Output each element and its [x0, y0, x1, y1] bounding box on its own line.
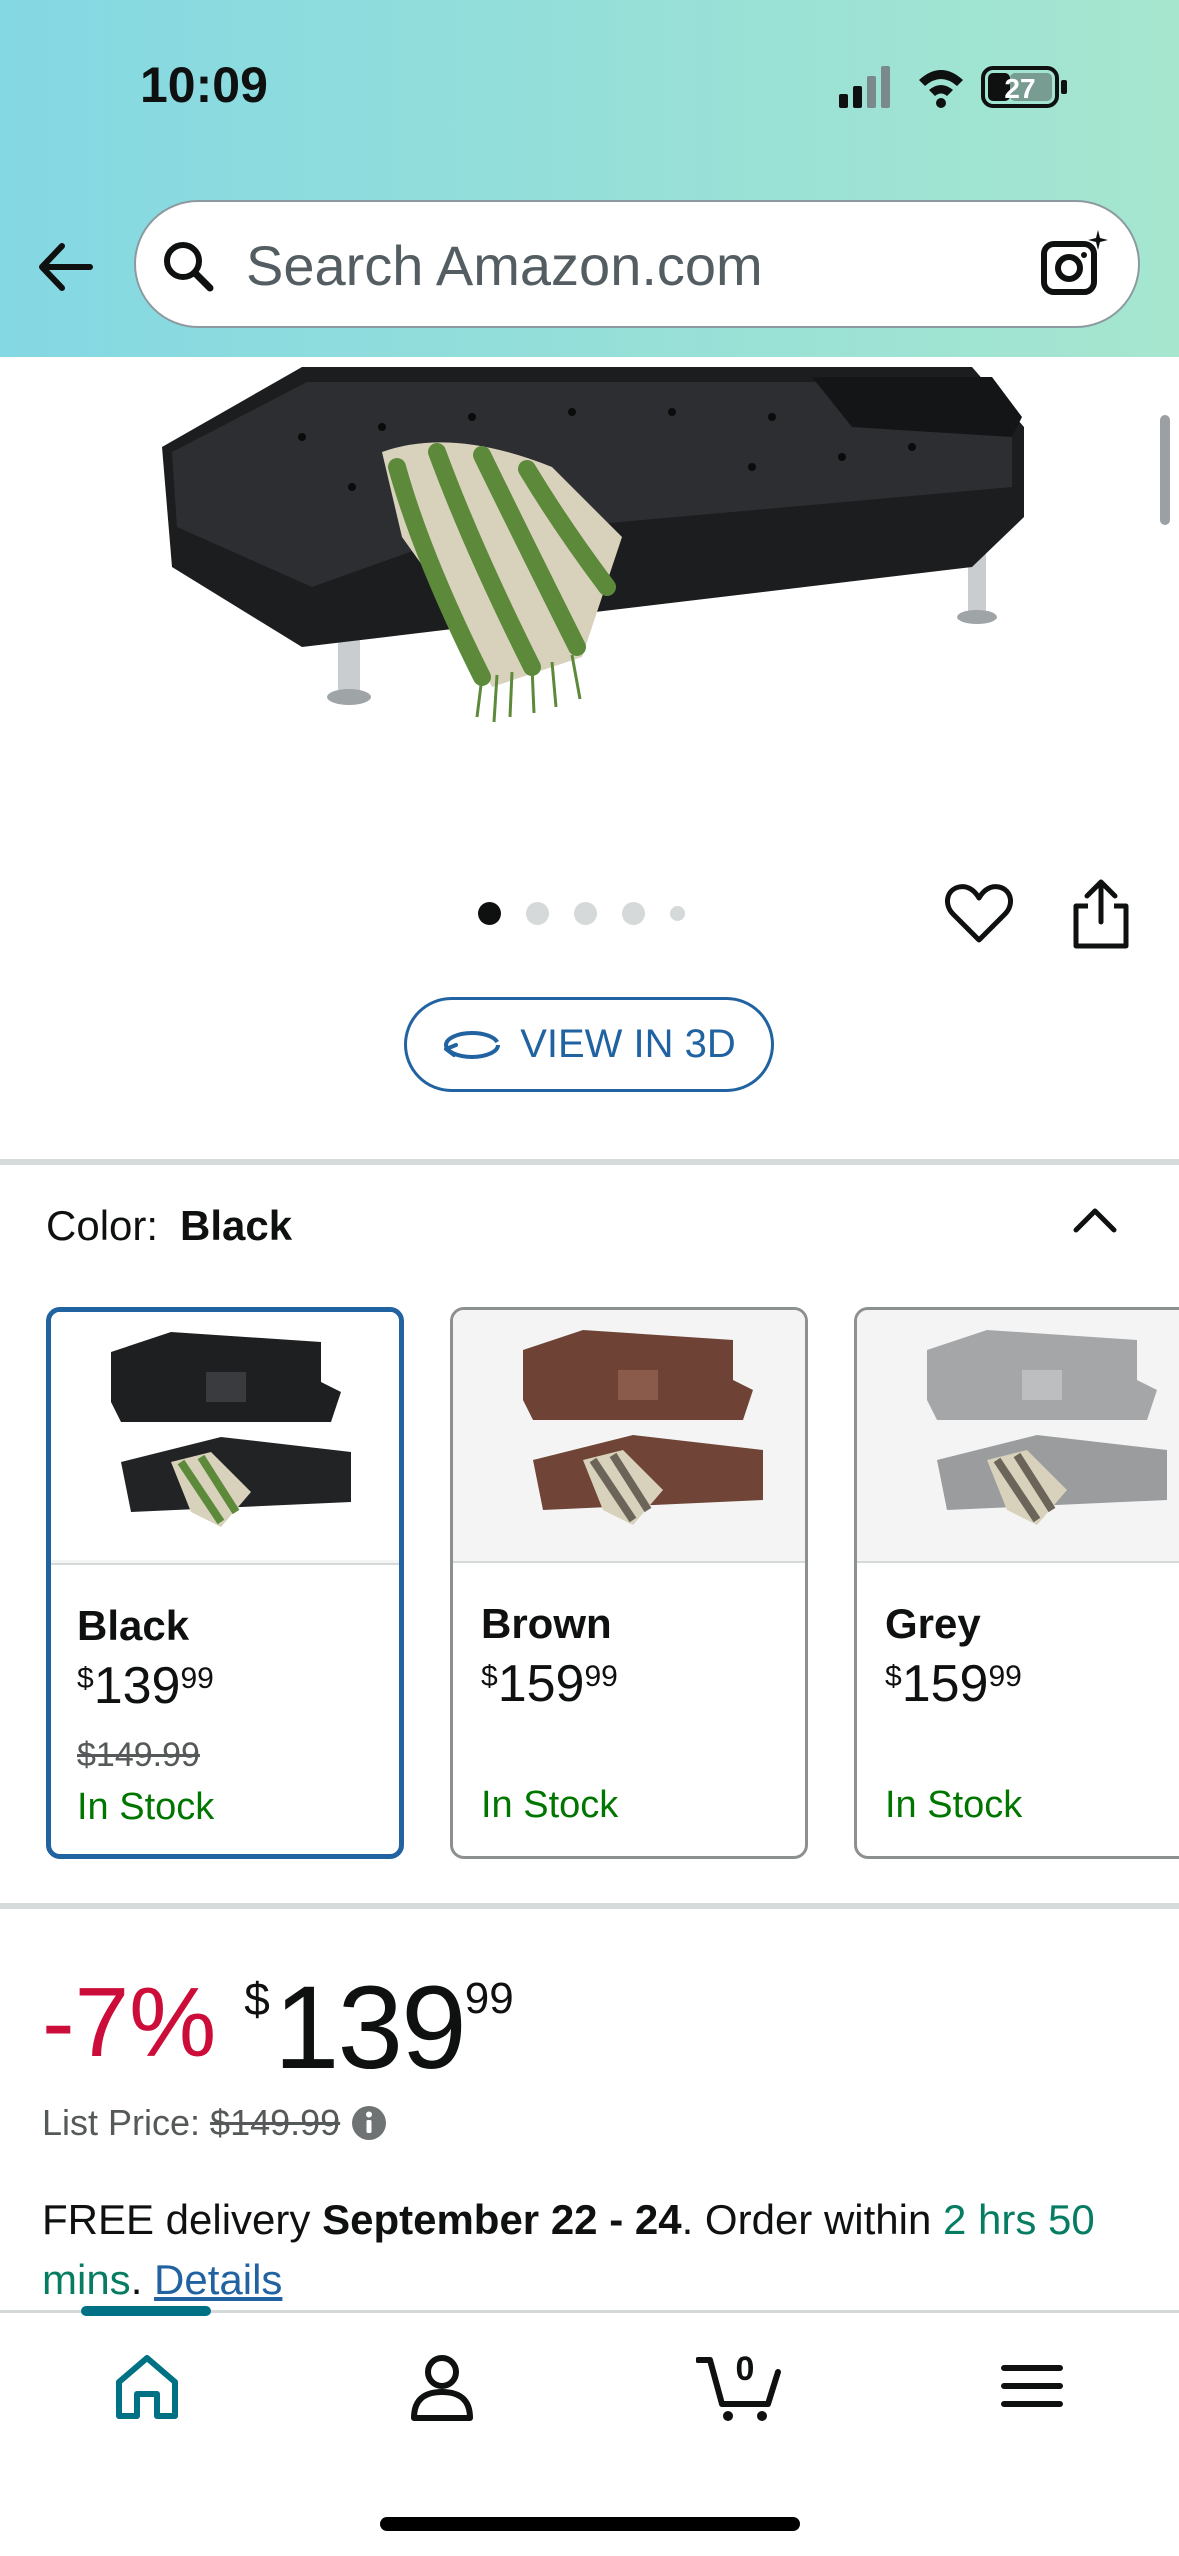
swatch-image	[857, 1310, 1179, 1563]
view-in-3d-button[interactable]: VIEW IN 3D	[404, 997, 774, 1092]
heart-icon[interactable]	[944, 880, 1014, 950]
swatch-name: Grey	[885, 1600, 981, 1647]
color-option-grey[interactable]: Grey $15999 In Stock	[854, 1307, 1179, 1859]
swatch-price: $13999	[77, 1657, 214, 1715]
swatch-image	[453, 1310, 805, 1563]
pagination-dot[interactable]	[622, 901, 645, 925]
pagination-dot[interactable]	[670, 905, 685, 921]
list-price: List Price: $149.99	[42, 2102, 388, 2144]
swatch-stock: In Stock	[77, 1786, 215, 1828]
price-block: -7% $ 139 99	[42, 1960, 514, 2094]
swatch-name: Black	[77, 1602, 190, 1649]
search-bar[interactable]	[134, 200, 1140, 328]
delivery-details-link[interactable]: Details	[154, 2256, 282, 2303]
swatch-old-price: $149.99	[77, 1736, 200, 1774]
chevron-up-icon[interactable]	[1066, 1196, 1124, 1246]
selected-color: Black	[180, 1202, 293, 1249]
delivery-dates: September 22 - 24	[322, 2196, 682, 2243]
swatch-stock: In Stock	[481, 1784, 619, 1826]
section-divider	[0, 1903, 1179, 1909]
account-icon[interactable]	[402, 2346, 482, 2426]
nav-active-indicator	[81, 2306, 211, 2316]
pagination-dot[interactable]	[574, 901, 597, 925]
battery-level: 27	[1004, 73, 1035, 104]
home-icon[interactable]	[107, 2346, 187, 2426]
delivery-info: FREE delivery September 22 - 24. Order w…	[42, 2196, 1095, 2303]
search-icon	[164, 242, 214, 292]
wifi-icon	[919, 70, 963, 108]
image-pagination[interactable]	[478, 898, 685, 928]
section-divider	[0, 1159, 1179, 1165]
swatch-image	[51, 1312, 399, 1565]
cellular-signal-icon	[839, 66, 890, 108]
product-image[interactable]	[152, 357, 1024, 755]
color-option-brown[interactable]: Brown $15999 In Stock	[450, 1307, 808, 1859]
price-cents: 99	[464, 1974, 514, 2023]
view-in-3d-label: VIEW IN 3D	[520, 1022, 736, 1066]
info-icon[interactable]	[350, 2104, 388, 2142]
swatch-price: $15999	[885, 1655, 1022, 1713]
home-indicator[interactable]	[380, 2517, 800, 2531]
share-icon[interactable]	[1068, 876, 1134, 952]
header: 10:09 27	[0, 0, 1179, 357]
price-symbol: $	[244, 1973, 270, 2025]
scrollbar[interactable]	[1160, 415, 1170, 525]
rotate-3d-icon	[444, 1030, 501, 1059]
color-option-black[interactable]: Black $13999 $149.99 In Stock	[46, 1307, 404, 1859]
swatch-stock: In Stock	[885, 1784, 1023, 1826]
price-whole: 139	[273, 1962, 467, 2094]
status-icons: 27	[839, 66, 1067, 108]
camera-search-icon[interactable]	[1038, 228, 1110, 300]
color-label: Color:	[46, 1202, 159, 1249]
menu-icon[interactable]	[992, 2346, 1072, 2426]
color-selector-header: Color: Black	[46, 1202, 292, 1250]
pagination-dot[interactable]	[526, 901, 549, 925]
swatch-price: $15999	[481, 1655, 618, 1713]
swatch-name: Brown	[481, 1600, 612, 1647]
list-price-value: $149.99	[210, 2102, 341, 2143]
cart-icon[interactable]: 0	[696, 2346, 786, 2426]
search-input[interactable]	[246, 222, 1016, 308]
discount-percent: -7%	[42, 1967, 217, 2077]
sofa-bed-image	[152, 357, 1024, 755]
back-arrow-icon[interactable]	[28, 228, 106, 306]
pagination-dot[interactable]	[478, 901, 501, 925]
status-time: 10:09	[140, 57, 268, 113]
cart-count: 0	[736, 2350, 755, 2388]
list-price-label: List Price:	[42, 2102, 201, 2143]
